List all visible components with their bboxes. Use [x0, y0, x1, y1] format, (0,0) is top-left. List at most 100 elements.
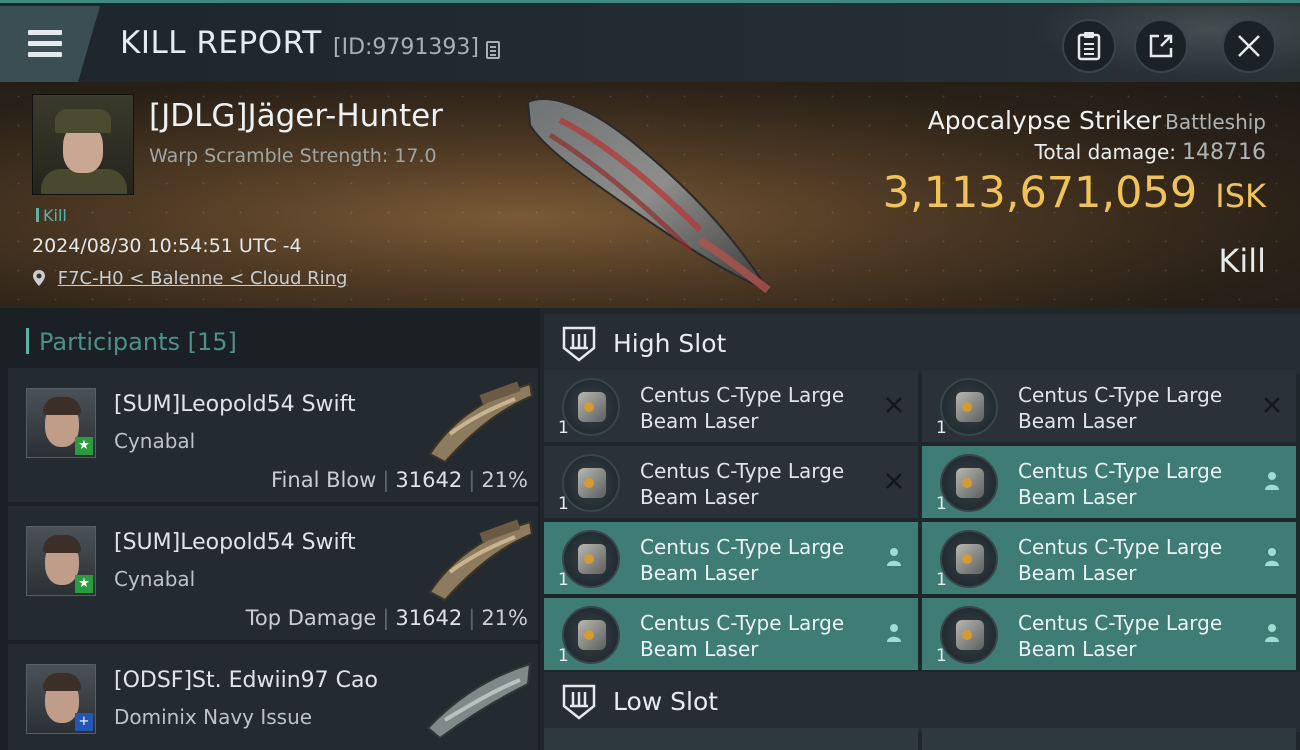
isk-unit: ISK: [1215, 177, 1266, 215]
beam-laser-icon: [562, 606, 620, 664]
beam-laser-icon: [562, 378, 620, 436]
victim-ship-image[interactable]: [520, 90, 780, 300]
participant-percent: 21%: [481, 606, 528, 630]
low-slot-header: Low Slot: [544, 672, 1300, 732]
participant-ship-image: [428, 381, 534, 464]
participant-row[interactable]: ★ [SUM]Leopold54 Swift Cynabal Top Damag…: [8, 506, 538, 640]
module-name: Centus C-Type Large Beam Laser: [640, 611, 845, 661]
module-item[interactable]: 1 Centus C-Type Large Beam Laser: [544, 522, 918, 594]
module-item[interactable]: 1 Centus C-Type Large Beam Laser: [544, 598, 918, 670]
module-quantity: 1: [936, 418, 947, 438]
module-name: Centus C-Type Large Beam Laser: [640, 383, 845, 433]
participant-ship: Dominix Navy Issue: [114, 705, 313, 729]
victim-ship-name: Apocalypse Striker Battleship: [928, 106, 1266, 135]
star-badge-icon: ★: [75, 437, 93, 455]
clipboard-button[interactable]: [1062, 19, 1116, 73]
total-damage: Total damage: 148716: [1035, 140, 1266, 165]
menu-icon-bar: [28, 52, 62, 57]
kill-tag: Kill: [36, 206, 67, 225]
beam-laser-icon: [562, 454, 620, 512]
stats-separator: |: [382, 468, 390, 492]
location-link[interactable]: F7C-H0 < Balenne < Cloud Ring: [32, 268, 347, 289]
high-slot-title: High Slot: [613, 329, 727, 358]
beam-laser-icon: [940, 378, 998, 436]
module-icon-core: [584, 402, 594, 412]
warp-scramble-strength: Warp Scramble Strength: 17.0: [149, 145, 437, 167]
module-item[interactable]: 1 Centus C-Type Large Beam Laser: [922, 598, 1296, 670]
participant-role: Top Damage: [245, 606, 377, 630]
module-item[interactable]: 1 Centus C-Type Large Beam Laser: [544, 446, 918, 518]
participant-percent: 21%: [481, 468, 528, 492]
module-name: Centus C-Type Large Beam Laser: [1018, 383, 1223, 433]
module-icon-core: [584, 630, 594, 640]
participant-avatar[interactable]: +: [26, 664, 96, 734]
avatar-hair: [43, 535, 81, 553]
participant-row[interactable]: ★ [SUM]Leopold54 Swift Cynabal Final Blo…: [8, 368, 538, 502]
module-quantity: 1: [936, 646, 947, 666]
dropped-person-icon: [1265, 624, 1279, 642]
participants-title-bar: [26, 328, 29, 354]
module-item[interactable]: 1 Centus C-Type Large Beam Laser: [922, 446, 1296, 518]
kill-tag-label: Kill: [43, 206, 67, 225]
victim-portrait[interactable]: [32, 94, 134, 195]
module-item[interactable]: 1 Centus C-Type Large Beam Laser: [922, 522, 1296, 594]
participant-row[interactable]: + [ODSF]St. Edwiin97 Cao Dominix Navy Is…: [8, 644, 538, 750]
participant-avatar[interactable]: ★: [26, 388, 96, 458]
dropped-person-icon: [1265, 472, 1279, 490]
low-slot-item[interactable]: [922, 728, 1296, 750]
participant-name: [SUM]Leopold54 Swift: [114, 530, 356, 555]
participant-name: [SUM]Leopold54 Swift: [114, 392, 356, 417]
module-name: Centus C-Type Large Beam Laser: [640, 459, 845, 509]
module-icon-core: [962, 554, 972, 564]
beam-laser-icon: [940, 530, 998, 588]
total-damage-value: 148716: [1182, 140, 1266, 165]
module-quantity: 1: [558, 418, 569, 438]
module-item[interactable]: 1 Centus C-Type Large Beam Laser: [544, 370, 918, 442]
stats-separator: |: [468, 606, 476, 630]
participant-stats: Top Damage | 31642 | 21%: [246, 606, 528, 630]
close-button[interactable]: [1222, 19, 1276, 73]
clipboard-icon: [1077, 32, 1101, 61]
share-button[interactable]: [1134, 19, 1188, 73]
participants-title: Participants [15]: [26, 328, 237, 356]
participant-name: [ODSF]St. Edwiin97 Cao: [114, 668, 378, 693]
participant-damage: 31642: [395, 468, 463, 492]
participant-ship: Cynabal: [114, 429, 196, 453]
isk-value: 3,113,671,059 ISK: [883, 168, 1266, 218]
menu-icon: [28, 30, 62, 35]
kill-tag-mark: [36, 208, 39, 222]
share-icon: [1149, 34, 1173, 58]
fitting-panel: High Slot 1 Centus C-Type Large Beam Las…: [540, 308, 1300, 750]
destroyed-x-icon: [1264, 397, 1280, 413]
participant-avatar[interactable]: ★: [26, 526, 96, 596]
header-bar: KILL REPORT [ID:9791393]: [0, 0, 1300, 85]
location-text[interactable]: F7C-H0 < Balenne < Cloud Ring: [58, 268, 348, 289]
participants-panel: Participants [15] ★ [SUM]Leopold54 Swift…: [0, 308, 540, 750]
low-slot-icon: [562, 684, 596, 720]
module-name: Centus C-Type Large Beam Laser: [1018, 611, 1223, 661]
ship-name-text: Apocalypse Striker: [927, 106, 1162, 135]
high-slot-icon: [562, 326, 596, 362]
page-title: KILL REPORT: [120, 25, 322, 61]
destroyed-x-icon: [886, 473, 902, 489]
participant-damage: 31642: [395, 606, 463, 630]
beam-laser-icon: [940, 606, 998, 664]
module-name: Centus C-Type Large Beam Laser: [1018, 459, 1223, 509]
module-quantity: 1: [936, 494, 947, 514]
module-icon-core: [584, 478, 594, 488]
participants-count: [15]: [187, 328, 237, 356]
copy-id-icon[interactable]: [486, 41, 500, 59]
destroyed-x-icon: [886, 397, 902, 413]
beam-laser-icon: [562, 530, 620, 588]
high-slot-header: High Slot: [544, 314, 1300, 374]
beam-laser-icon: [940, 454, 998, 512]
menu-button[interactable]: [0, 6, 100, 82]
low-slot-item[interactable]: [544, 728, 918, 750]
module-quantity: 1: [558, 646, 569, 666]
module-item[interactable]: 1 Centus C-Type Large Beam Laser: [922, 370, 1296, 442]
module-quantity: 1: [936, 570, 947, 590]
participants-title-text: Participants: [39, 328, 180, 356]
ship-class-text: Battleship: [1165, 110, 1266, 134]
participant-ship: Cynabal: [114, 567, 196, 591]
module-icon-core: [962, 402, 972, 412]
